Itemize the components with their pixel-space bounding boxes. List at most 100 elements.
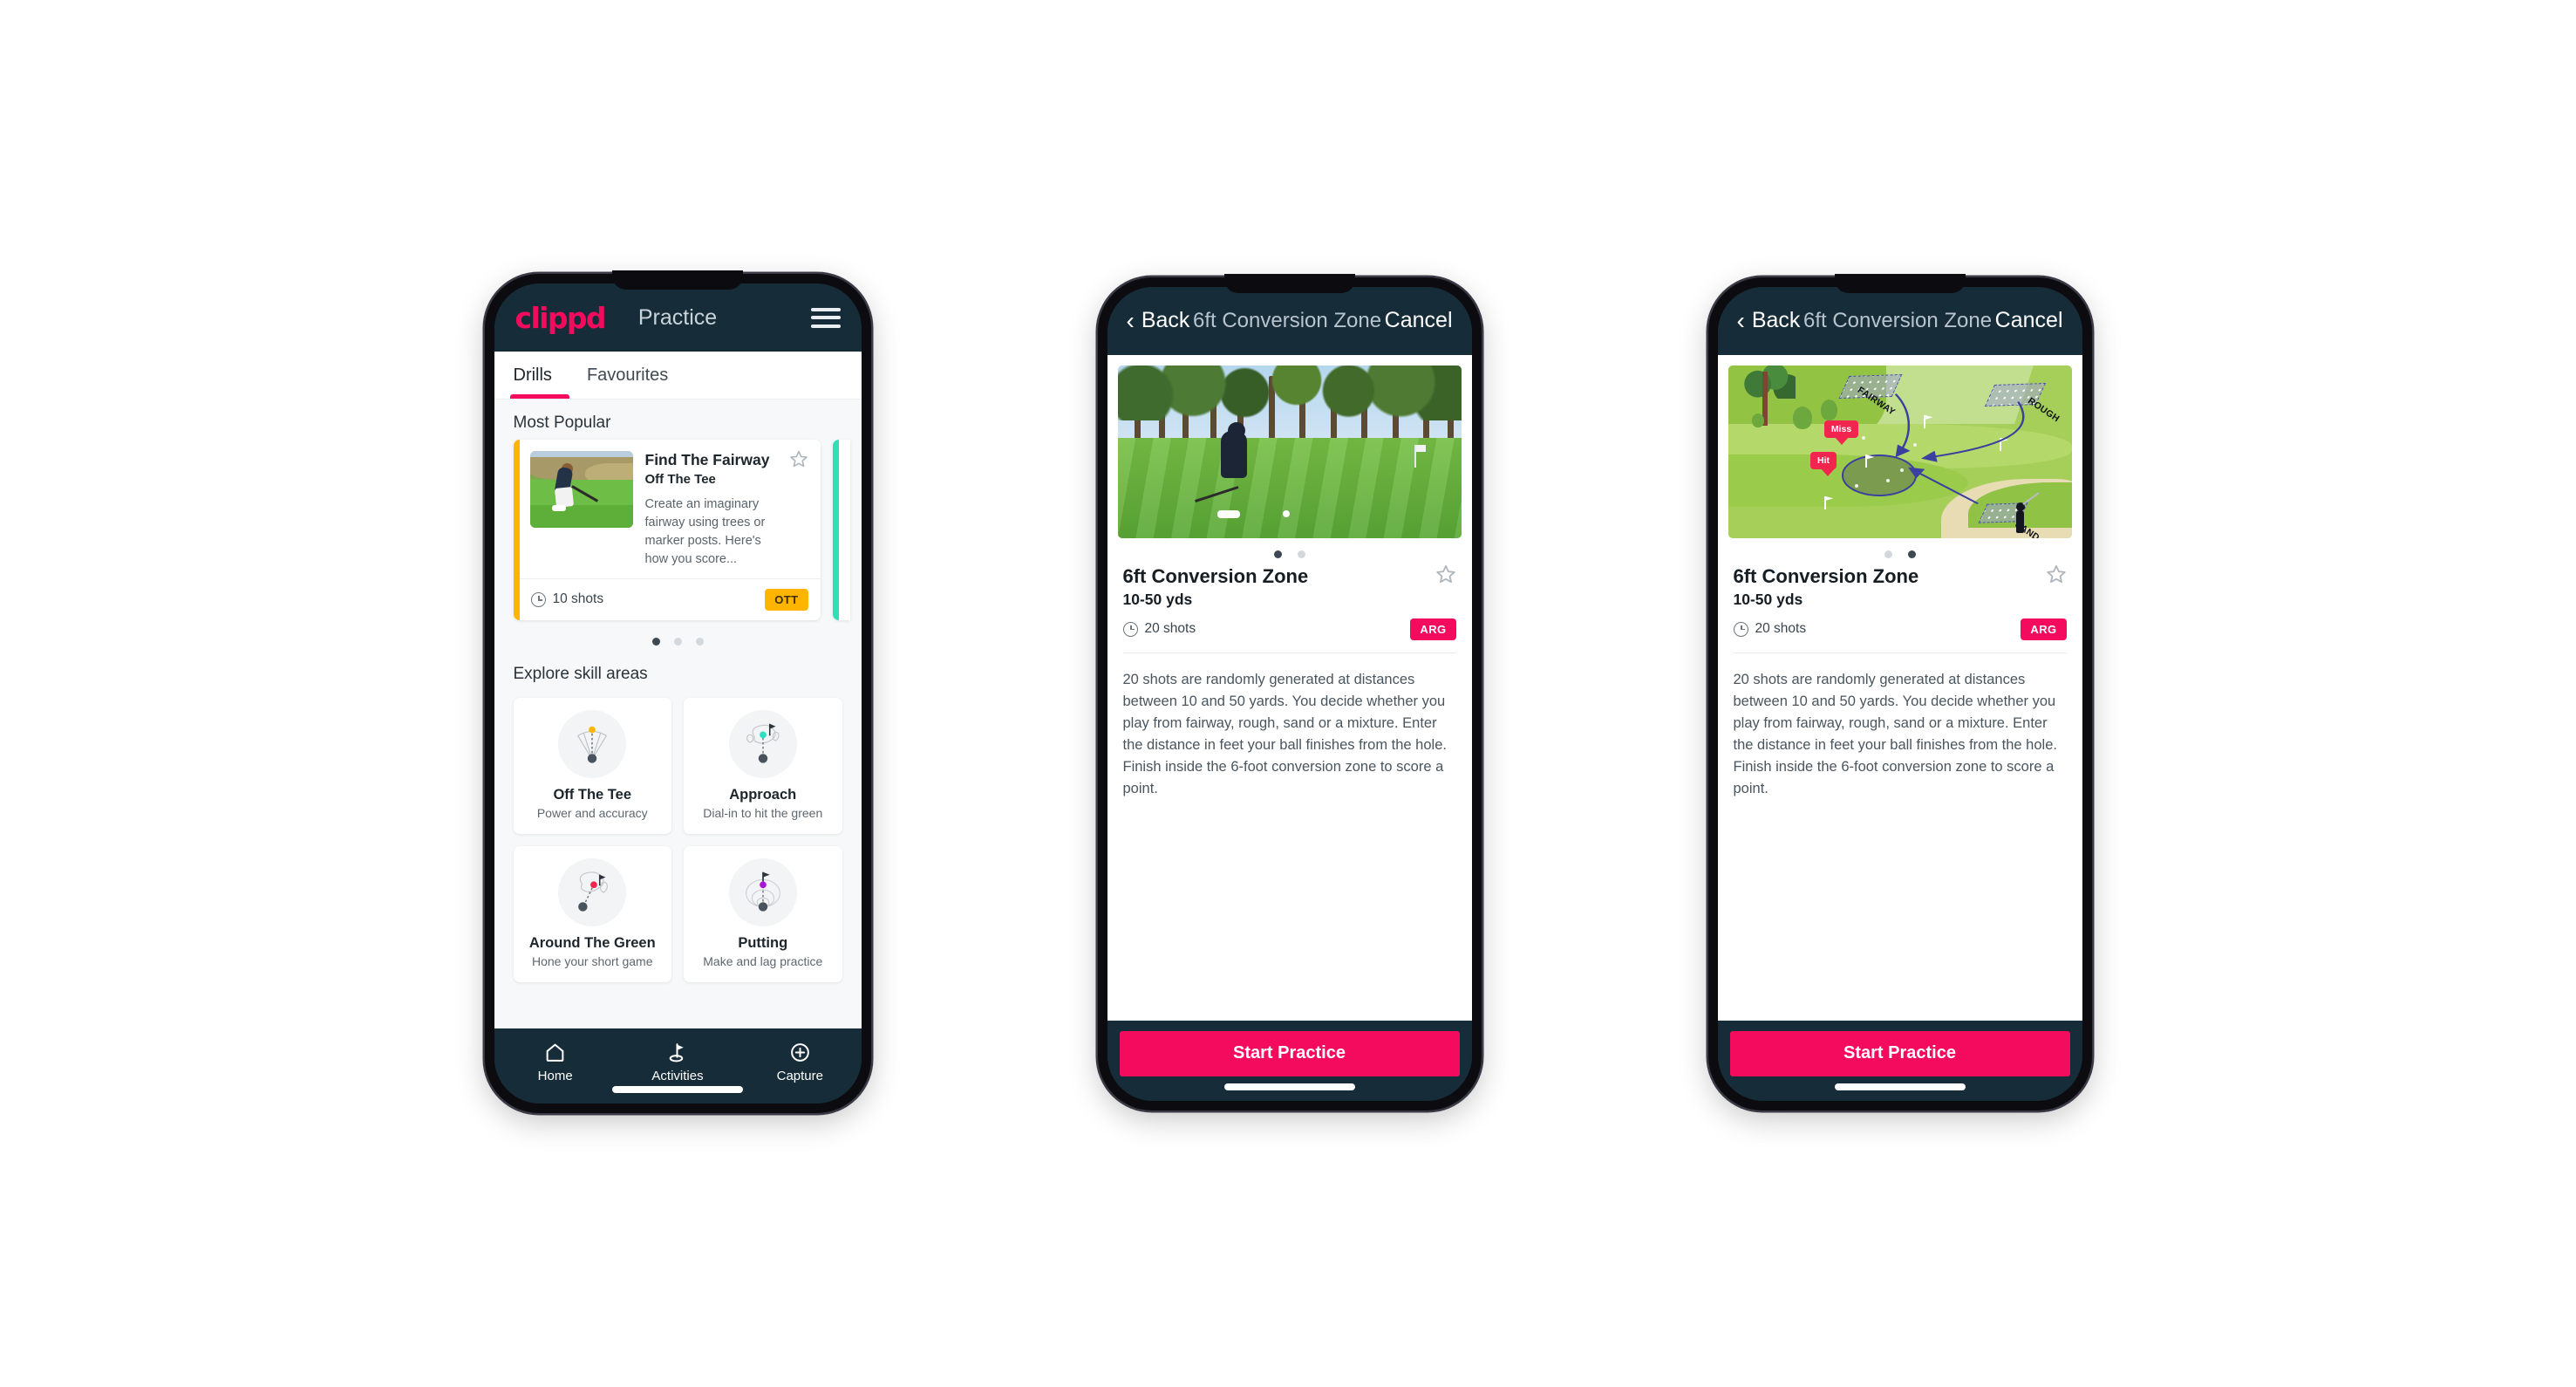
tab-favourites[interactable]: Favourites: [569, 352, 685, 399]
cancel-button[interactable]: Cancel: [1385, 308, 1453, 333]
drill-detail-header: 6ft Conversion Zone 10-50 yds 20 shots A…: [1107, 562, 1472, 640]
back-button[interactable]: ‹ Back: [1737, 308, 1801, 333]
skill-card-approach[interactable]: Approach Dial-in to hit the green: [684, 697, 842, 834]
skill-name: Putting: [738, 934, 788, 951]
clock-icon: [530, 591, 546, 607]
drill-description: Create an imaginary fairway using trees …: [644, 496, 766, 566]
phone3-content: FAIRWAY ROUGH SAND Miss Hit 6ft Conversi…: [1717, 354, 2082, 1021]
back-label: Back: [1751, 308, 1801, 332]
skill-card-off-the-tee[interactable]: Off The Tee Power and accuracy: [513, 697, 671, 834]
drill-card[interactable]: Find The Fairway Off The Tee Create an i…: [513, 440, 821, 620]
drill-distance: 10-50 yds: [1122, 590, 1193, 608]
drill-shots-label: 20 shots: [1755, 621, 1807, 636]
home-icon: [494, 1040, 617, 1064]
carousel-dot-1[interactable]: [1273, 550, 1282, 558]
phone1-screen: clippd Practice Drills Favourites Most P…: [494, 284, 862, 1103]
skill-badge-arg: ARG: [2021, 618, 2067, 640]
phone-mockup-practice-list: clippd Practice Drills Favourites Most P…: [484, 270, 871, 1113]
skill-badge-arg: ARG: [1410, 618, 1456, 640]
skill-area-grid: Off The Tee Power and accuracy Approach …: [494, 691, 862, 998]
app-bar: clippd Practice: [494, 284, 862, 352]
tab-bar: Drills Favourites: [494, 352, 862, 400]
bubble-miss: Miss: [1823, 420, 1859, 445]
phone-mockup-drill-detail-photo: ‹ Back 6ft Conversion Zone Cancel 6ft Co…: [1097, 273, 1482, 1110]
drill-description: 20 shots are randomly generated at dista…: [1122, 671, 1447, 796]
drill-meta-row: 20 shots ARG: [1122, 618, 1456, 640]
carousel-dot-3[interactable]: [695, 637, 704, 646]
drill-title: 6ft Conversion Zone: [1122, 564, 1309, 587]
skill-desc: Dial-in to hit the green: [703, 805, 823, 820]
drill-hero-diagram[interactable]: FAIRWAY ROUGH SAND Miss Hit: [1728, 365, 2072, 538]
start-practice-button[interactable]: Start Practice: [1729, 1030, 2070, 1076]
back-button[interactable]: ‹ Back: [1127, 308, 1190, 333]
drill-title: 6ft Conversion Zone: [1733, 564, 1919, 587]
explore-skill-areas-label: Explore skill areas: [513, 664, 648, 683]
home-indicator: [612, 1086, 743, 1093]
skill-desc: Hone your short game: [531, 953, 653, 968]
phone-notch: [1223, 273, 1355, 293]
carousel-dot-2[interactable]: [1297, 550, 1305, 558]
star-outline-icon[interactable]: [2046, 564, 2067, 584]
bottom-nav-capture[interactable]: Capture: [739, 1040, 861, 1083]
phone2-screen: ‹ Back 6ft Conversion Zone Cancel 6ft Co…: [1107, 286, 1472, 1101]
bottom-nav-home[interactable]: Home: [494, 1040, 617, 1083]
drill-shots-label: 20 shots: [1144, 621, 1196, 636]
drill-thumbnail: [529, 451, 633, 528]
skill-name: Around The Green: [528, 934, 656, 951]
drill-card-top: Find The Fairway Off The Tee Create an i…: [520, 440, 821, 578]
home-indicator: [1834, 1083, 1966, 1090]
phone1-content: Most Popular Find The Fairway Off The Te…: [494, 400, 862, 1028]
start-practice-button[interactable]: Start Practice: [1119, 1030, 1460, 1076]
bottom-nav-activities[interactable]: Activities: [617, 1040, 739, 1083]
drill-card-next-peek[interactable]: [832, 440, 850, 620]
most-popular-label: Most Popular: [513, 413, 611, 432]
carousel-dots[interactable]: [1718, 538, 2082, 562]
cancel-button[interactable]: Cancel: [1995, 308, 2063, 333]
skill-desc: Make and lag practice: [703, 953, 823, 968]
approach-green-icon: [728, 709, 797, 778]
carousel-dots[interactable]: [1107, 538, 1472, 562]
drill-shots-label: 10 shots: [552, 591, 604, 607]
drill-title: Find The Fairway: [644, 451, 770, 468]
skill-card-putting[interactable]: Putting Make and lag practice: [684, 845, 842, 982]
star-outline-icon[interactable]: [789, 449, 808, 468]
phone-notch: [1834, 273, 1966, 293]
putting-rings-icon: [728, 857, 797, 926]
drill-carousel[interactable]: Find The Fairway Off The Tee Create an i…: [494, 440, 862, 620]
nav-title: 6ft Conversion Zone: [1192, 308, 1382, 332]
carousel-dot-1[interactable]: [651, 637, 660, 646]
carousel-dot-2[interactable]: [1907, 550, 1916, 558]
drill-card-footer: 10 shots OTT: [519, 577, 821, 620]
nav-bar: ‹ Back 6ft Conversion Zone Cancel: [1717, 286, 2082, 355]
chip-green-icon: [558, 857, 627, 926]
star-outline-icon[interactable]: [1435, 564, 1456, 584]
bottom-nav-label: Activities: [651, 1069, 704, 1083]
home-indicator: [1223, 1083, 1355, 1090]
phone2-content: 6ft Conversion Zone 10-50 yds 20 shots A…: [1107, 354, 1472, 1021]
chevron-left-icon: ‹: [1736, 306, 1745, 334]
drill-hero-photo[interactable]: [1117, 365, 1462, 538]
clock-icon: [1122, 621, 1138, 637]
carousel-dot-2[interactable]: [673, 637, 682, 646]
bottom-nav-label: Home: [537, 1069, 573, 1083]
carousel-dot-1[interactable]: [1884, 550, 1892, 558]
chevron-left-icon: ‹: [1126, 306, 1135, 334]
skill-card-around-the-green[interactable]: Around The Green Hone your short game: [513, 845, 671, 982]
back-label: Back: [1141, 308, 1190, 332]
tab-drills[interactable]: Drills: [509, 352, 570, 399]
drill-subtitle: Off The Tee: [644, 471, 716, 487]
drill-shots: 10 shots: [530, 591, 604, 607]
clippd-logo: clippd: [515, 300, 607, 335]
tee-fan-icon: [558, 709, 627, 778]
bubble-hit: Hit: [1810, 451, 1837, 476]
bottom-nav-label: Capture: [776, 1069, 823, 1083]
drill-meta-row: 20 shots ARG: [1733, 618, 2067, 640]
carousel-dots[interactable]: [494, 620, 862, 651]
phone-notch: [612, 270, 743, 290]
hamburger-menu-icon[interactable]: [810, 307, 841, 328]
drill-shots: 20 shots: [1122, 621, 1196, 637]
phone-mockup-drill-detail-diagram: ‹ Back 6ft Conversion Zone Cancel FAIRWA…: [1707, 273, 2092, 1110]
nav-title: 6ft Conversion Zone: [1803, 308, 1993, 332]
drill-card-info: Find The Fairway Off The Tee Create an i…: [644, 449, 808, 569]
nav-bar: ‹ Back 6ft Conversion Zone Cancel: [1107, 286, 1472, 355]
